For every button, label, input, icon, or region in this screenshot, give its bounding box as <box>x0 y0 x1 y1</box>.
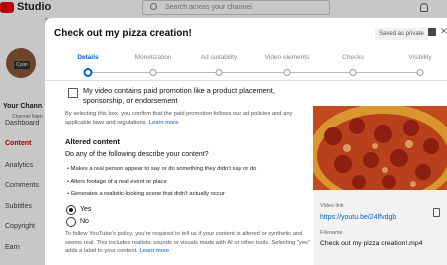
paid-promotion-checkbox[interactable] <box>68 88 78 98</box>
paid-promotion-help: By selecting this box, you confirm that … <box>65 111 293 126</box>
step-dot-monetization[interactable] <box>149 69 157 76</box>
dialog-title: Check out my pizza creation! <box>54 28 192 39</box>
upload-details-dialog: Check out my pizza creation! Saved as pr… <box>45 18 447 265</box>
video-info-panel: Video link https://youtu.be/24lfvdgb Fil… <box>313 190 447 265</box>
step-details[interactable]: Details <box>77 54 98 61</box>
altered-yes-radio[interactable] <box>66 205 76 215</box>
altered-yes-label: Yes <box>80 206 92 213</box>
step-visibility[interactable]: Visibility <box>408 54 431 61</box>
video-link[interactable]: https://youtu.be/24lfvdgb <box>320 214 396 221</box>
step-ad-suitability[interactable]: Ad suitability <box>201 54 238 61</box>
altered-content-title: Altered content <box>65 137 121 146</box>
video-link-label: Video link <box>320 203 344 209</box>
video-thumbnail-preview[interactable] <box>313 106 447 190</box>
copy-icon[interactable] <box>433 208 440 217</box>
step-checks[interactable]: Checks <box>342 54 364 61</box>
close-icon[interactable]: ✕ <box>440 26 447 37</box>
altered-content-help: To follow YouTube's policy, you're requi… <box>65 231 311 254</box>
altered-content-question: Do any of the following describe your co… <box>65 151 209 158</box>
step-monetization[interactable]: Monetization <box>135 54 172 61</box>
altered-no-label: No <box>80 218 89 225</box>
step-dot-details[interactable] <box>83 68 93 77</box>
step-dot-visibility[interactable] <box>416 69 424 76</box>
step-dot-ad-suitability[interactable] <box>215 69 223 76</box>
list-item: • Generates a realistic-looking scene th… <box>67 191 225 197</box>
paid-promotion-label: My video contains paid promotion like a … <box>83 86 275 105</box>
altered-no-radio[interactable] <box>66 217 76 227</box>
pizza-thumbnail-image <box>313 106 447 190</box>
list-item: • Makes a real person appear to say or d… <box>67 166 257 172</box>
stepper-divider <box>45 80 447 81</box>
list-item: • Alters footage of a real event or plac… <box>67 179 167 185</box>
step-video-elements[interactable]: Video elements <box>265 54 310 61</box>
paid-promotion-learn-more-link[interactable]: Learn more <box>149 120 179 126</box>
altered-content-learn-more-link[interactable]: Learn more <box>139 248 169 254</box>
filename-value: Check out my pizza creation!.mp4 <box>320 240 423 247</box>
step-dot-video-elements[interactable] <box>283 69 291 76</box>
saved-status-badge: Saved as private <box>375 28 428 40</box>
feedback-icon[interactable] <box>428 28 436 36</box>
stepper-track <box>87 72 422 73</box>
filename-label: Filename <box>320 230 343 236</box>
step-dot-checks[interactable] <box>349 69 357 76</box>
